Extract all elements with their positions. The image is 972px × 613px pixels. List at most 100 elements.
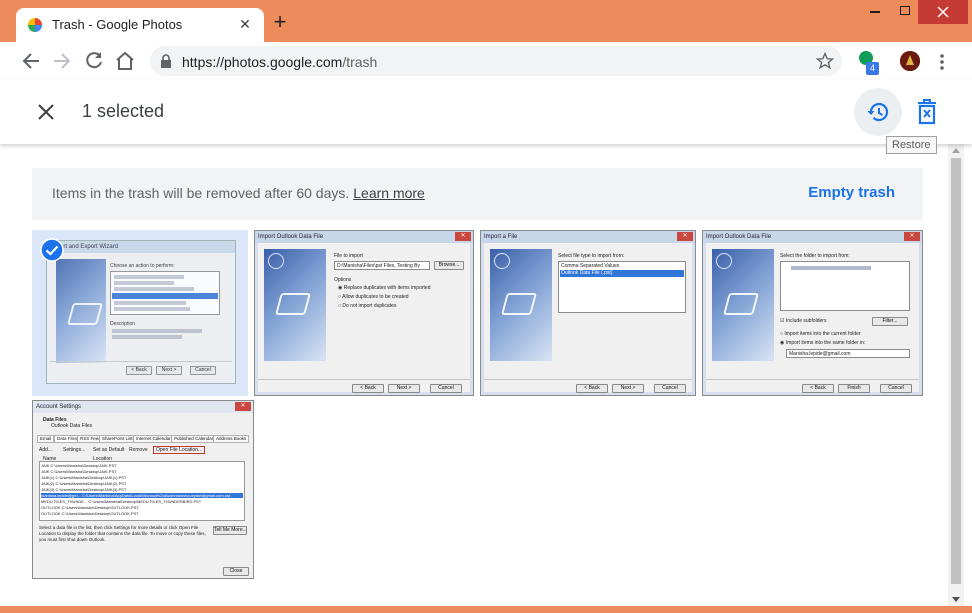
selected-check-icon[interactable] [40,238,64,262]
dialog-title: Import and Export Wizard [47,241,235,253]
folder-tree [780,261,910,311]
page-viewport: 1 selected Restore Items in the trash wi… [0,80,972,606]
arrow-icon [275,293,311,315]
more-menu-icon[interactable] [936,52,948,72]
dialog-close-icon: ✕ [904,232,920,241]
separator [484,379,692,380]
remove-button: Remove [129,447,148,453]
dialog-title: Import a File [481,231,695,243]
close-selection-icon[interactable] [34,100,58,124]
forward-arrow-icon[interactable] [50,49,74,73]
wizard-dialog: Import and Export Wizard Choose an actio… [46,240,236,384]
list-line [114,307,190,311]
extension-button[interactable]: 4 [856,50,882,76]
scroll-up-icon[interactable] [952,148,960,153]
wizard-art [56,259,106,363]
wizard-art [712,249,774,361]
back-button: < Back [352,384,384,393]
ring-icon [268,253,284,269]
ring-icon [494,253,510,269]
dialog-text: Options [334,277,352,283]
minimize-button[interactable] [860,0,890,24]
photo-thumbnail[interactable]: Import Outlook Data File ✕ Select the fo… [702,230,923,396]
tell-me-more-button: Tell Me More... [213,526,247,535]
checkbox-option: ☑ Include subfolders [780,318,827,324]
dialog-body: Select the folder to import from: ☑ Incl… [706,243,919,393]
lock-icon [161,54,171,68]
set-default-button: Set as Default [93,447,125,453]
close-button: Close [223,567,249,576]
trash-notice-message: Items in the trash will be removed after… [52,185,350,201]
back-button: < Back [576,384,608,393]
restore-button[interactable] [854,88,902,136]
minimize-icon [870,11,880,13]
browser-tab[interactable]: Trash - Google Photos ✕ [16,8,264,42]
dialog-text: Choose an action to perform: [110,263,175,269]
maximize-button[interactable] [890,0,920,24]
tab-close-icon[interactable]: ✕ [236,15,254,33]
delete-forever-button[interactable] [914,98,940,126]
address-bar[interactable]: https://photos.google.com/trash [150,46,842,76]
list-item: Comma Separated Values [561,263,620,269]
cancel-button: Cancel [654,384,686,393]
cancel-button: Cancel [430,384,462,393]
photo-thumbnail[interactable]: Import a File ✕ Select file type to impo… [480,230,696,396]
scroll-down-icon[interactable] [952,597,960,602]
profile-avatar[interactable] [900,51,920,71]
option-label: Do not import duplicates [342,303,397,309]
dialog-text: Select the folder to import from: [780,253,850,259]
google-photos-icon [28,18,42,32]
url-origin: https://photos.google.com [182,54,343,70]
wizard-art [490,249,552,361]
scroll-thumb[interactable] [951,158,961,584]
arrow-icon [723,293,759,315]
dialog-close-icon: ✕ [235,402,251,411]
dialog-title: Import Outlook Data File [255,231,473,243]
back-button: < Back [802,384,834,393]
option-label: Import items into the same folder in: [785,340,866,346]
option-label: Import items into the current folder [784,331,861,337]
restore-history-icon [867,102,889,122]
data-file-list: JAIK C:\Users\Manisha\Desktop\JAIK.PST J… [39,461,245,521]
wizard-art [264,249,326,361]
list-item: Outlook Data File (.pst) [561,270,613,276]
table-row: OUTLOOK C:\Users\Manisha\Desktop\OUTLOOK… [41,505,139,510]
ring-icon [716,253,732,269]
list-highlight [112,293,218,299]
photo-thumbnail[interactable]: Import Outlook Data File ✕ File to impor… [254,230,474,396]
home-icon[interactable] [113,49,137,73]
cancel-button: Cancel [190,366,216,375]
new-tab-button[interactable]: + [270,11,290,33]
settings-tab: Internet Calendars [133,435,177,443]
restore-tooltip: Restore [886,136,937,154]
vertical-scrollbar[interactable] [948,144,964,606]
list-line [114,287,194,291]
url-text: https://photos.google.com/trash [182,54,377,70]
next-button: Next > [388,384,420,393]
tree-item [791,266,871,270]
browser-toolbar: https://photos.google.com/trash 4 [0,42,972,80]
separator [706,379,919,380]
add-button: Add... [39,447,53,453]
empty-trash-button[interactable]: Empty trash [808,184,895,201]
arrow-icon [501,293,537,315]
bookmark-star-icon[interactable] [816,52,834,70]
dialog-body: File to import D:\Manisha\Files\pst File… [258,243,470,393]
dialog-title: Import Outlook Data File [703,231,922,243]
dialog-title: Account Settings [33,401,253,413]
dialog-text: File to import [334,253,363,259]
open-file-location-button: Open File Location... [153,446,206,454]
photo-thumbnail[interactable]: Account Settings ✕ Data Files Outlook Da… [32,400,254,579]
dialog-text: Select file type to import from: [558,253,625,259]
window-close-button[interactable] [918,0,968,24]
folder-select: Manisha.lepide@gmail.com [786,349,910,358]
learn-more-link[interactable]: Learn more [353,185,425,201]
back-arrow-icon[interactable] [19,49,43,73]
back-button: < Back [126,366,152,375]
table-row: JAIK(1) C:\Users\Manisha\Desktop\JAIK(1)… [41,475,127,480]
dialog-close-icon: ✕ [677,232,693,241]
trash-content: Items in the trash will be removed after… [0,144,948,606]
option-label: Include subfolders [785,318,827,324]
reload-icon[interactable] [82,49,106,73]
photo-thumbnail[interactable]: Import and Export Wizard Choose an actio… [32,230,248,396]
